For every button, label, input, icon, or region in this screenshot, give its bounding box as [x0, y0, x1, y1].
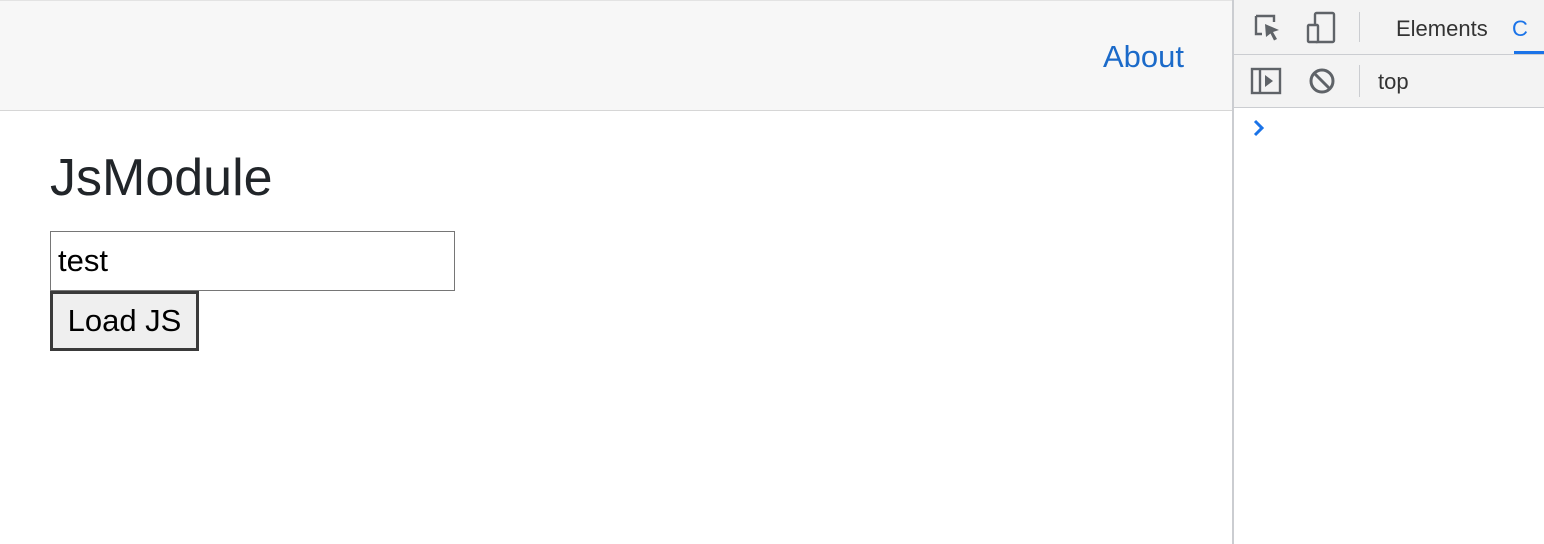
about-link[interactable]: About [1103, 39, 1184, 75]
page-title: JsModule [50, 149, 273, 207]
page-viewport: About JsModule Load JS [0, 0, 1232, 544]
console-prompt-chevron-icon [1253, 119, 1265, 137]
tab-elements[interactable]: Elements [1396, 16, 1488, 42]
device-toolbar-icon[interactable] [1306, 11, 1338, 45]
toolbar-separator [1359, 65, 1360, 97]
show-console-sidebar-icon[interactable] [1250, 67, 1282, 95]
console-toolbar: top [1234, 55, 1544, 108]
clear-console-icon[interactable] [1308, 67, 1336, 95]
inspect-element-icon[interactable] [1252, 12, 1284, 44]
devtools-panel: Elements C top [1232, 0, 1544, 544]
devtools-tabbar: Elements C [1234, 0, 1544, 55]
browser-window: About JsModule Load JS [0, 0, 1544, 544]
module-name-input[interactable] [50, 231, 455, 291]
execution-context-selector[interactable]: top [1378, 69, 1409, 95]
tab-console[interactable]: C [1512, 16, 1528, 42]
load-js-button[interactable]: Load JS [50, 291, 199, 351]
tabbar-separator [1359, 12, 1360, 42]
active-tab-indicator [1514, 51, 1544, 54]
console-prompt[interactable] [1252, 118, 1266, 143]
top-navbar: About [0, 0, 1232, 111]
